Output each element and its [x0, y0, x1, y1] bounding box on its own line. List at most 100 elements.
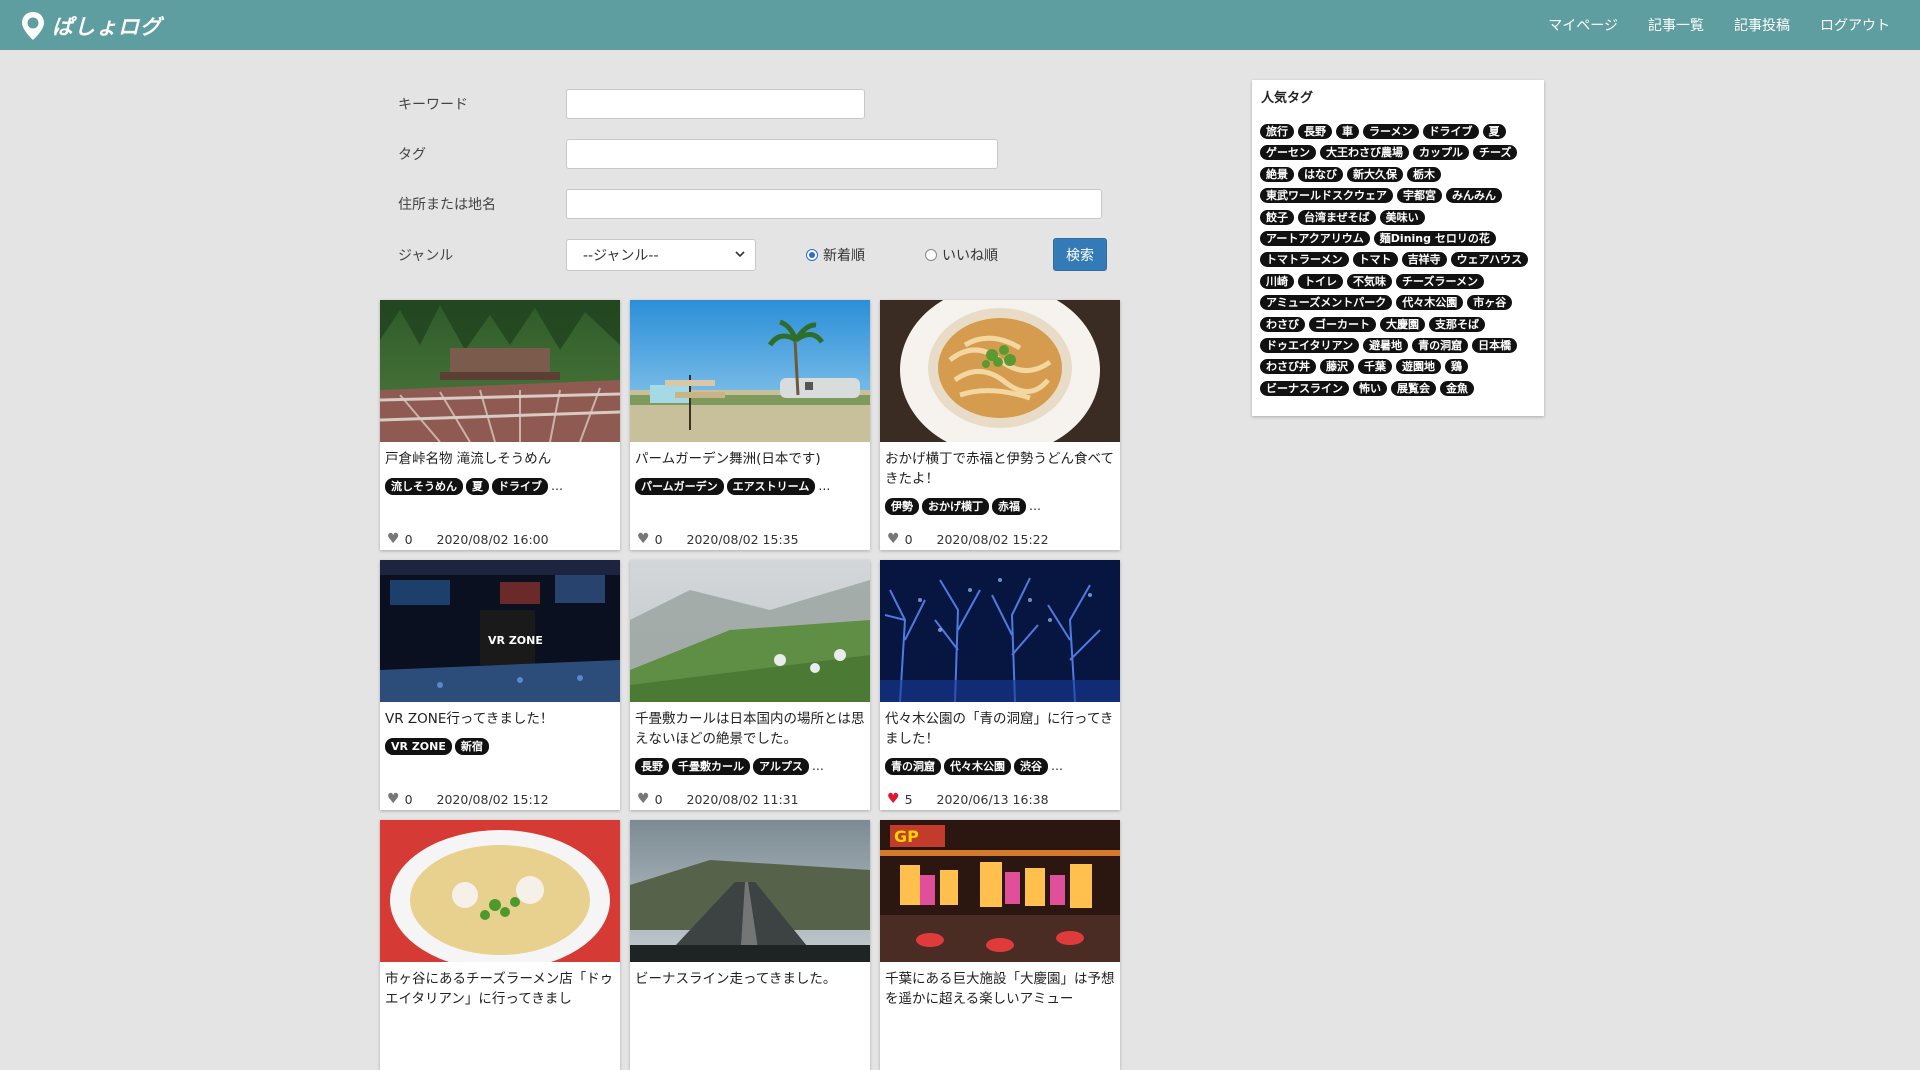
popular-tag-chip[interactable]: わさび丼 [1260, 359, 1316, 375]
nav-logout[interactable]: ログアウト [1820, 15, 1890, 35]
post-title[interactable]: ビーナスライン走ってきました。 [635, 969, 867, 989]
popular-tag-chip[interactable]: トマトラーメン [1260, 252, 1349, 268]
popular-tag-chip[interactable]: ドライブ [1422, 124, 1479, 139]
post-thumbnail[interactable] [380, 300, 620, 442]
popular-tag-chip[interactable]: トマト [1352, 252, 1398, 268]
post-title[interactable]: 代々木公園の「青の洞窟」に行ってきました！ [885, 709, 1117, 749]
popular-tag-chip[interactable]: チーズ [1473, 145, 1518, 161]
popular-tag-chip[interactable]: チーズラーメン [1396, 273, 1485, 289]
popular-tag-chip[interactable]: 台湾まぜそば [1298, 209, 1376, 225]
popular-tag-chip[interactable]: 藤沢 [1320, 359, 1354, 375]
tag-chip[interactable]: 千畳敷カール [672, 758, 750, 775]
tag-chip[interactable]: 新宿 [454, 738, 489, 755]
popular-tag-chip[interactable]: 鶏 [1445, 359, 1468, 375]
popular-tag-chip[interactable]: 夏 [1482, 124, 1506, 139]
heart-icon[interactable]: ♥ [887, 791, 900, 807]
tag-chip[interactable]: 流しそうめん [385, 478, 463, 495]
tag-chip[interactable]: 長野 [635, 758, 669, 775]
post-card[interactable]: 千畳敷カールは日本国内の場所とは思えないほどの絶景でした。長野 千畳敷カール アルプ… [630, 560, 870, 810]
popular-tag-chip[interactable]: 餃子 [1260, 209, 1294, 225]
post-card[interactable]: VR ZONE VR ZONE行ってきました！ VR ZONE 新宿 ♥ 0 2020/0… [380, 560, 620, 810]
popular-tag-chip[interactable]: アートアクアリウム [1260, 231, 1370, 247]
post-thumbnail[interactable] [630, 560, 870, 702]
post-card[interactable]: 代々木公園の「青の洞窟」に行ってきました！ 青の洞窟 代々木公園 渋谷… ♥ 5 2020/… [880, 560, 1120, 810]
popular-tag-chip[interactable]: 宇都宮 [1397, 188, 1442, 204]
popular-tag-chip[interactable]: 怖い [1353, 380, 1387, 396]
tag-chip[interactable]: 赤福 [992, 498, 1026, 515]
tag-chip[interactable]: おかげ横丁 [922, 498, 989, 515]
tag-chip[interactable]: エアストリーム [726, 478, 816, 495]
popular-tag-chip[interactable]: 絶景 [1260, 166, 1294, 182]
post-card[interactable]: ビーナスライン走ってきました。 [630, 820, 870, 1070]
heart-icon[interactable]: ♥ [387, 531, 400, 547]
post-card[interactable]: 戸倉峠名物 滝流しそうめん 流しそうめん夏ドライブ… ♥ 0 2020/08/02 16… [380, 300, 620, 550]
popular-tag-chip[interactable]: アミューズメントパーク [1260, 295, 1393, 311]
post-title[interactable]: パームガーデン舞洲(日本です) [635, 449, 867, 469]
popular-tag-chip[interactable]: 長野 [1298, 124, 1332, 139]
tag-chip[interactable]: アルプス [753, 758, 809, 775]
popular-tag-chip[interactable]: ラーメン [1363, 124, 1419, 139]
popular-tag-chip[interactable]: 支那そば [1429, 316, 1485, 332]
post-thumbnail[interactable] [630, 300, 870, 442]
popular-tag-chip[interactable]: 遊園地 [1396, 359, 1441, 375]
nav-post-article[interactable]: 記事投稿 [1734, 15, 1790, 35]
popular-tag-chip[interactable]: ゲーセン [1260, 145, 1316, 161]
popular-tag-chip[interactable]: 金魚 [1440, 380, 1474, 396]
post-thumbnail[interactable] [630, 820, 870, 962]
post-thumbnail[interactable] [880, 560, 1120, 702]
post-title[interactable]: 市ヶ谷にあるチーズラーメン店「ドゥエイタリアン」に行ってきまし [385, 969, 617, 1009]
popular-tag-chip[interactable]: 東武ワールドスクウェア [1260, 188, 1393, 204]
post-card[interactable]: パームガーデン舞洲(日本です) パームガーデン エアストリーム… ♥ 0 2020/08/… [630, 300, 870, 550]
popular-tag-chip[interactable]: カップル [1413, 145, 1469, 161]
post-thumbnail[interactable]: GP [880, 820, 1120, 962]
tag-chip[interactable]: パームガーデン [635, 478, 724, 495]
popular-tag-chip[interactable]: 日本橋 [1472, 338, 1518, 354]
tag-chip[interactable]: 伊勢 [885, 498, 919, 515]
popular-tag-chip[interactable]: 不気味 [1347, 273, 1392, 289]
popular-tag-chip[interactable]: 川崎 [1260, 273, 1294, 289]
popular-tag-chip[interactable]: 大王わさび農場 [1320, 145, 1409, 161]
site-logo[interactable]: ぱしょログ [20, 12, 162, 40]
post-card[interactable]: GP 千葉にある巨大施設「大慶園」は予想を遥かに超える楽しいアミュー [880, 820, 1120, 1070]
popular-tag-chip[interactable]: 大慶園 [1380, 316, 1425, 332]
popular-tag-chip[interactable]: 避暑地 [1363, 338, 1409, 354]
popular-tag-chip[interactable]: 新大久保 [1347, 166, 1403, 182]
post-title[interactable]: 千葉にある巨大施設「大慶園」は予想を遥かに超える楽しいアミュー [885, 969, 1117, 1009]
tag-chip[interactable]: 渋谷 [1014, 758, 1048, 775]
tag-input[interactable] [566, 139, 998, 169]
nav-article-list[interactable]: 記事一覧 [1648, 15, 1704, 35]
popular-tag-chip[interactable]: わさび [1260, 316, 1305, 332]
popular-tag-chip[interactable]: 市ヶ谷 [1467, 295, 1513, 311]
popular-tag-chip[interactable]: ゴーカート [1309, 316, 1376, 332]
genre-select[interactable]: --ジャンル-- [566, 238, 756, 271]
post-title[interactable]: 戸倉峠名物 滝流しそうめん [385, 449, 617, 469]
popular-tag-chip[interactable]: 展覧会 [1391, 380, 1436, 396]
sort-likes-radio[interactable]: いいね順 [925, 245, 998, 265]
post-thumbnail[interactable]: VR ZONE [380, 560, 620, 702]
heart-icon[interactable]: ♥ [637, 531, 650, 547]
address-input[interactable] [566, 189, 1102, 219]
popular-tag-chip[interactable]: 車 [1336, 124, 1359, 139]
sort-new-radio[interactable]: 新着順 [806, 245, 865, 265]
popular-tag-chip[interactable]: みんみん [1446, 188, 1502, 204]
popular-tag-chip[interactable]: 吉祥寺 [1401, 252, 1447, 268]
popular-tag-chip[interactable]: 栃木 [1407, 166, 1441, 182]
heart-icon[interactable]: ♥ [387, 791, 400, 807]
popular-tag-chip[interactable]: ビーナスライン [1260, 380, 1349, 396]
tag-chip[interactable]: 青の洞窟 [885, 758, 941, 775]
heart-icon[interactable]: ♥ [887, 531, 900, 547]
post-title[interactable]: 千畳敷カールは日本国内の場所とは思えないほどの絶景でした。 [635, 709, 867, 749]
search-button[interactable]: 検索 [1053, 238, 1107, 271]
post-thumbnail[interactable] [380, 820, 620, 962]
tag-chip[interactable]: 代々木公園 [944, 758, 1011, 775]
post-title[interactable]: VR ZONE行ってきました！ [385, 709, 617, 729]
popular-tag-chip[interactable]: トイレ [1298, 273, 1343, 289]
popular-tag-chip[interactable]: 美味い [1379, 209, 1425, 225]
popular-tag-chip[interactable]: ウェアハウス [1450, 252, 1529, 268]
popular-tag-chip[interactable]: 代々木公園 [1396, 295, 1464, 311]
popular-tag-chip[interactable]: 麺Dining セロリの花 [1373, 231, 1496, 247]
popular-tag-chip[interactable]: 旅行 [1260, 124, 1294, 139]
post-title[interactable]: おかげ横丁で赤福と伊勢うどん食べてきたよ！ [885, 449, 1117, 489]
post-card[interactable]: おかげ横丁で赤福と伊勢うどん食べてきたよ！ 伊勢 おかげ横丁 赤福… ♥ 0 2020/08… [880, 300, 1120, 550]
popular-tag-chip[interactable]: はなび [1298, 166, 1343, 182]
